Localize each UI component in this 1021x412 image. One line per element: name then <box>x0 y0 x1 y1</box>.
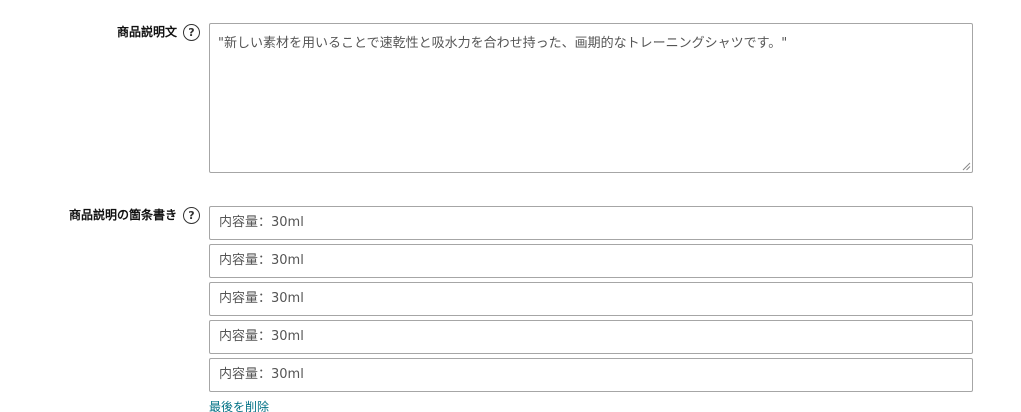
bullet-input-1[interactable]: 内容量：30ml <box>209 206 973 240</box>
bullet-value: 内容量：30ml <box>219 253 304 268</box>
product-detail-form: 商品説明文 ? "新しい素材を用いることで速乾性と吸水力を合わせ持った、画期的な… <box>0 0 1021 412</box>
help-icon[interactable]: ? <box>183 23 200 41</box>
bullet-input-2[interactable]: 内容量：30ml <box>209 244 973 278</box>
bullet-input-5[interactable]: 内容量：30ml <box>209 358 973 392</box>
description-textarea[interactable]: "新しい素材を用いることで速乾性と吸水力を合わせ持った、画期的なトレーニングシャ… <box>209 23 973 173</box>
remove-last-link[interactable]: 最後を削除 <box>209 399 269 412</box>
bullet-value: 内容量：30ml <box>219 329 304 344</box>
description-label: 商品説明文 <box>116 25 177 39</box>
bullet-input-4[interactable]: 内容量：30ml <box>209 320 973 354</box>
bullet-value: 内容量：30ml <box>219 367 304 382</box>
bullet-value: 内容量：30ml <box>219 215 304 230</box>
bullet-value: 内容量：30ml <box>219 291 304 306</box>
description-label-cell: 商品説明文 ? <box>0 22 200 42</box>
bullet-input-3[interactable]: 内容量：30ml <box>209 282 973 316</box>
bullet-inputs: 内容量：30ml 内容量：30ml 内容量：30ml 内容量：30ml 内容量：… <box>209 206 973 412</box>
bullets-label-cell: 商品説明の箇条書き ? <box>0 205 200 225</box>
resize-handle-icon[interactable] <box>961 161 971 171</box>
bullets-label: 商品説明の箇条書き <box>68 208 177 222</box>
description-text: "新しい素材を用いることで速乾性と吸水力を合わせ持った、画期的なトレーニングシャ… <box>218 36 788 51</box>
help-icon[interactable]: ? <box>183 206 200 224</box>
